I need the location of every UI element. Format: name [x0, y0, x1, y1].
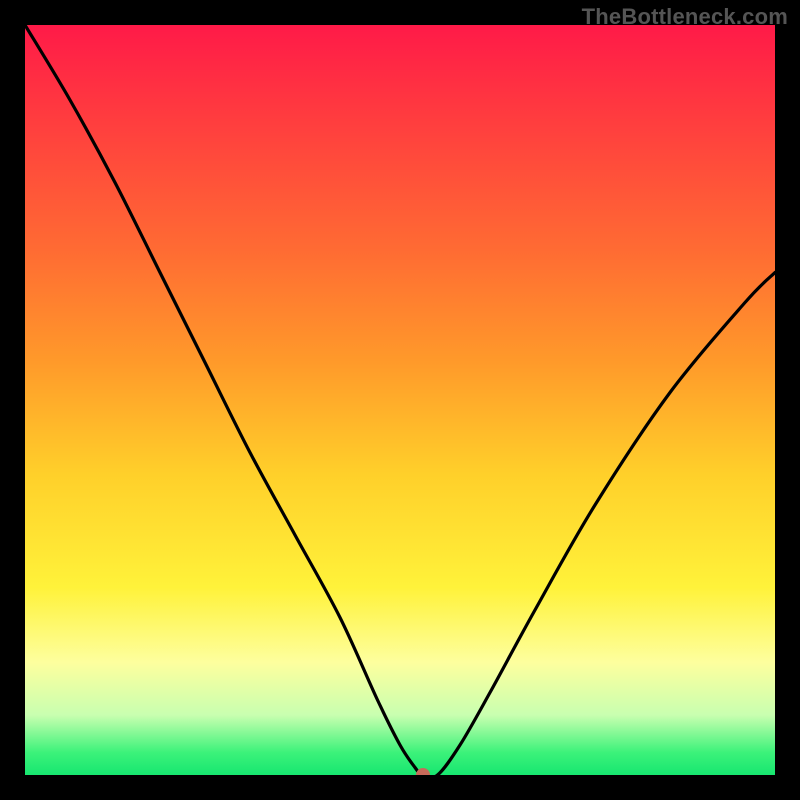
- chart-frame: TheBottleneck.com: [0, 0, 800, 800]
- bottleneck-curve: [25, 25, 775, 775]
- curve-svg: [25, 25, 775, 775]
- plot-area: [25, 25, 775, 775]
- minimum-marker: [416, 768, 430, 775]
